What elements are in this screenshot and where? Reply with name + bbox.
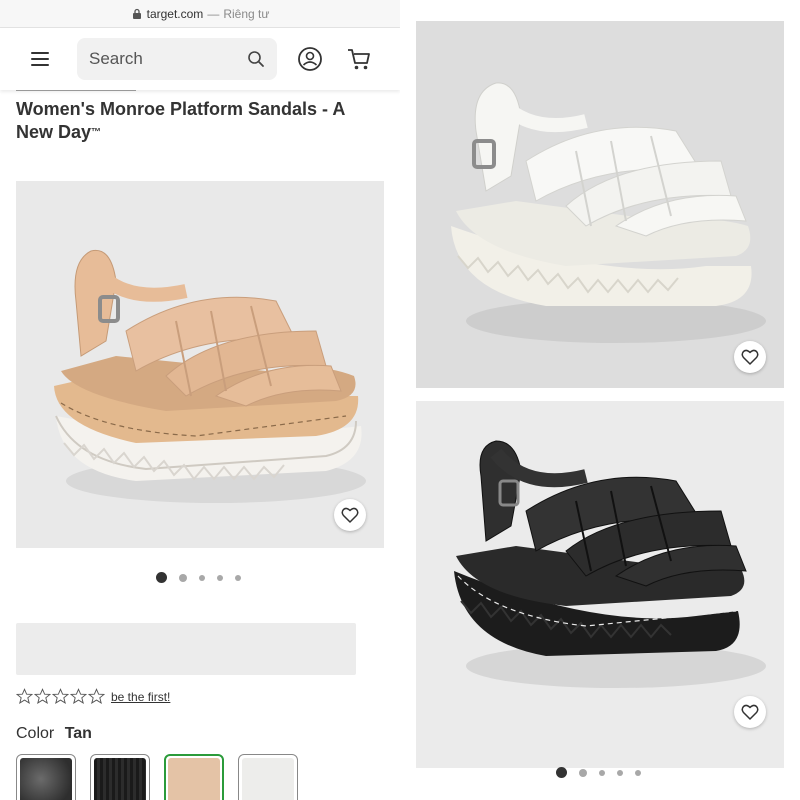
- favorite-button[interactable]: [734, 341, 766, 373]
- heart-icon: [741, 704, 759, 720]
- heart-icon: [741, 349, 759, 365]
- swatch-white[interactable]: [238, 754, 298, 800]
- star-empty-icon: [88, 688, 105, 704]
- carousel-dot-2[interactable]: [579, 768, 587, 777]
- cart-icon[interactable]: [346, 46, 372, 72]
- star-empty-icon: [34, 688, 51, 704]
- rating-row: be the first!: [16, 688, 170, 705]
- swatch-gray-sparkle[interactable]: [16, 754, 76, 800]
- favorite-button[interactable]: [734, 696, 766, 728]
- image-carousel-dots-right: [556, 767, 641, 778]
- account-icon[interactable]: [297, 46, 323, 72]
- search-icon[interactable]: [247, 50, 265, 68]
- carousel-dot-1[interactable]: [156, 572, 167, 583]
- lock-icon: [132, 8, 141, 19]
- favorite-button[interactable]: [334, 499, 366, 531]
- black-sandal-image: [454, 440, 766, 688]
- product-title: Women's Monroe Platform Sandals - A New …: [16, 98, 376, 144]
- carousel-dot-4[interactable]: [617, 769, 623, 776]
- star-empty-icon: [70, 688, 87, 704]
- swatch-black[interactable]: [90, 754, 150, 800]
- carousel-dot-2[interactable]: [179, 573, 187, 582]
- white-sandal-image: [451, 82, 766, 343]
- carousel-dot-5[interactable]: [635, 769, 641, 776]
- tan-sandal-image: [54, 249, 366, 503]
- breadcrumb[interactable]: [16, 86, 136, 92]
- browser-url-bar[interactable]: target.com — Riêng tư: [0, 0, 400, 28]
- carousel-dot-3[interactable]: [599, 769, 605, 776]
- hamburger-menu-icon[interactable]: [28, 48, 52, 70]
- private-label: Riêng tư: [223, 6, 270, 21]
- carousel-dot-1[interactable]: [556, 767, 567, 778]
- product-image-black[interactable]: [416, 401, 784, 768]
- product-title-text: Women's Monroe Platform Sandals - A New …: [16, 99, 345, 142]
- heart-icon: [341, 507, 359, 523]
- site-header: [0, 28, 400, 90]
- color-label: Color: [16, 725, 55, 742]
- swatch-tan[interactable]: [164, 754, 224, 800]
- carousel-dot-4[interactable]: [217, 574, 223, 581]
- star-rating[interactable]: [16, 688, 105, 705]
- write-review-link[interactable]: be the first!: [111, 690, 170, 704]
- color-selector-label: Color Tan: [16, 725, 92, 743]
- carousel-dot-5[interactable]: [235, 574, 241, 581]
- star-empty-icon: [52, 688, 69, 704]
- search-box[interactable]: [77, 38, 277, 80]
- color-swatches: [16, 754, 298, 800]
- product-image-white[interactable]: [416, 21, 784, 388]
- product-main-image[interactable]: [16, 181, 384, 548]
- search-input[interactable]: [89, 49, 239, 69]
- left-panel: target.com — Riêng tư Wom: [0, 0, 400, 800]
- carousel-dot-3[interactable]: [199, 574, 205, 581]
- price-placeholder: [16, 623, 356, 675]
- color-value: Tan: [64, 725, 92, 742]
- url-separator: —: [207, 6, 220, 21]
- trademark-symbol: ™: [91, 127, 102, 138]
- star-empty-icon: [16, 688, 33, 704]
- image-carousel-dots: [156, 572, 241, 583]
- url-domain: target.com: [146, 6, 204, 21]
